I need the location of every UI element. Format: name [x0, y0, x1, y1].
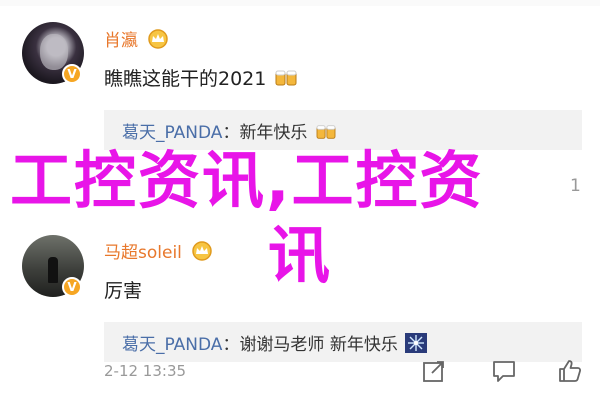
- like-icon[interactable]: [557, 358, 583, 384]
- comment-text: 厉害: [104, 280, 143, 302]
- verified-icon: V: [62, 277, 82, 297]
- reply-username[interactable]: 葛天_PANDA: [122, 123, 222, 143]
- timestamp: 2-12 13:35: [104, 362, 187, 380]
- share-icon[interactable]: [421, 358, 447, 384]
- watermark-text-line1: 工控资讯,工控资: [10, 144, 484, 217]
- comment-username[interactable]: 马超soleil: [104, 238, 213, 263]
- crown-icon: [192, 241, 213, 261]
- reply-box[interactable]: 葛天_PANDA：谢谢马老师 新年快乐: [104, 322, 582, 362]
- reply-text: 谢谢马老师 新年快乐: [239, 335, 398, 355]
- comment-icon[interactable]: [491, 358, 517, 384]
- like-count: 1: [570, 176, 581, 196]
- reply-text: 新年快乐: [239, 123, 308, 143]
- cheers-icon: [316, 125, 336, 139]
- fireworks-icon: [405, 333, 428, 353]
- watermark-text-line2: 讯: [268, 219, 333, 292]
- comment-text: 瞧瞧这能干的2021: [104, 64, 298, 91]
- verified-icon: V: [62, 64, 82, 84]
- comment-username[interactable]: 肖瀛: [104, 26, 169, 51]
- reply-username[interactable]: 葛天_PANDA: [122, 335, 222, 355]
- top-divider: [0, 0, 600, 6]
- crown-icon: [148, 29, 169, 49]
- cheers-icon: [275, 70, 297, 86]
